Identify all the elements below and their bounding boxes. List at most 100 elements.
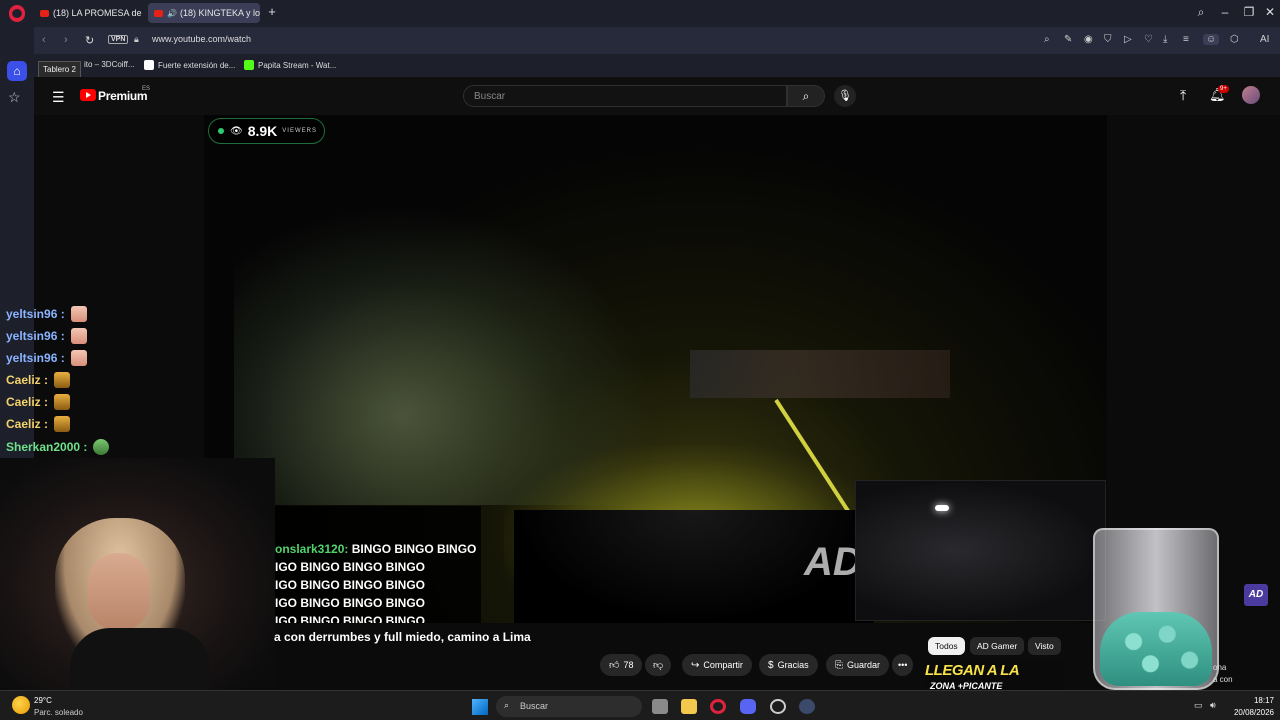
opera-menu-icon[interactable] xyxy=(9,6,25,22)
chip-ad-gamer[interactable]: AD Gamer xyxy=(970,637,1025,655)
avatar[interactable] xyxy=(1242,86,1260,104)
clock-time[interactable]: 18:17 xyxy=(1236,696,1274,705)
share-icon: ↪ xyxy=(691,659,700,671)
chat-message: onslark3120: BINGO BINGO BINGO xyxy=(275,542,476,556)
heart-icon[interactable]: ♡ xyxy=(1144,34,1153,45)
live-dot-icon xyxy=(218,128,224,134)
chat-text: IGO BINGO BINGO BINGO xyxy=(275,614,426,623)
tab-2-label: (18) KINGTEKA y los Puntos xyxy=(179,8,260,18)
close-button[interactable]: ✕ xyxy=(1262,5,1278,19)
channel-badge[interactable]: AD xyxy=(1244,584,1268,606)
cube-icon[interactable]: ⬡ xyxy=(1230,34,1239,45)
thanks-button[interactable]: $ Gracias xyxy=(759,654,818,676)
bookmark-fuerte[interactable]: Fuerte extensión de... xyxy=(144,60,235,70)
side-text-line: a con xyxy=(1213,675,1233,684)
settings-gear-icon[interactable] xyxy=(799,699,815,714)
chat-text: IGO BINGO BINGO BINGO xyxy=(275,596,426,610)
restore-button[interactable]: ❐ xyxy=(1241,5,1257,19)
taskbar-search[interactable]: Buscar xyxy=(496,696,642,717)
face-emote-icon xyxy=(70,306,87,322)
browser-tab-2-active[interactable]: 🔊 (18) KINGTEKA y los Puntos xyxy=(148,3,260,23)
chat-username: yeltsin96 : xyxy=(6,351,65,365)
eye-icon: 👁︎ xyxy=(230,125,243,137)
tiger-emote-icon xyxy=(54,394,71,410)
reload-icon[interactable]: ↻ xyxy=(85,34,94,47)
car-interior-cam xyxy=(855,480,1106,621)
task-view-icon[interactable] xyxy=(652,699,668,714)
chip-visto[interactable]: Visto xyxy=(1028,637,1061,655)
url-field[interactable]: www.youtube.com/watch xyxy=(152,34,251,44)
viewer-label: VIEWERS xyxy=(282,128,317,134)
play-icon[interactable]: ▷ xyxy=(1124,34,1132,45)
bookmark-label: Papita Stream - Wat... xyxy=(258,60,337,70)
hamburger-menu-icon[interactable]: ☰ xyxy=(52,89,65,106)
bookmark-label: ito – 3DCoiff... xyxy=(84,60,135,69)
like-button[interactable]: 👍︎ 78 xyxy=(600,654,643,676)
thumbnail-title: LLEGAN A LA xyxy=(925,662,1020,679)
minimize-button[interactable]: – xyxy=(1217,5,1233,19)
tab-search-icon[interactable]: ⌕ xyxy=(1193,5,1209,20)
chat-message: Caeliz : xyxy=(6,394,71,410)
discord-icon[interactable] xyxy=(740,699,756,714)
shield-icon[interactable]: ⛉ xyxy=(1104,34,1112,45)
face-emote-icon xyxy=(70,328,87,344)
chrome-icon[interactable] xyxy=(770,699,786,714)
dislike-button[interactable]: 👎︎ xyxy=(645,654,672,676)
search-button[interactable]: ⌕ xyxy=(787,85,825,107)
youtube-header: ☰ Premium ES Buscar ⌕ 🎙︎ ⤒ 🔔︎ 9+ xyxy=(34,77,1280,115)
chat-message: yeltsin96 : xyxy=(6,350,87,366)
edit-icon[interactable]: ✎ xyxy=(1064,34,1072,45)
thumbs-down-icon: 👎︎ xyxy=(653,660,664,671)
find-icon[interactable]: ⌕ xyxy=(1044,34,1050,45)
chat-username: Caeliz : xyxy=(6,417,49,431)
chip-todos[interactable]: Todos xyxy=(928,637,965,655)
vpn-badge[interactable]: VPN xyxy=(108,35,129,44)
menu-lines-icon[interactable]: ≡ xyxy=(1183,34,1189,45)
audio-playing-icon[interactable]: 🔊 xyxy=(167,9,177,18)
volume-icon[interactable]: 🔊︎ xyxy=(1210,700,1216,711)
star-icon[interactable]: ☆ xyxy=(8,89,21,106)
windows-taskbar: 29°C Parc. soleado Buscar ⌕ ▭ 🔊︎ 18:17 2… xyxy=(0,690,1280,720)
save-label: Guardar xyxy=(847,660,881,670)
clock-date[interactable]: 20/08/2026 xyxy=(1224,708,1274,717)
search-icon: ⌕ xyxy=(504,700,510,710)
weather-icon[interactable] xyxy=(12,696,30,714)
side-video-text: ona a con xyxy=(1213,662,1233,686)
profile-icon[interactable]: ☺ xyxy=(1203,34,1220,45)
share-button[interactable]: ↪ Compartir xyxy=(682,654,752,676)
camera-icon[interactable]: ◉ xyxy=(1084,34,1093,45)
voice-search-button[interactable]: 🎙︎ xyxy=(834,85,856,107)
bookmark-3dcoiff[interactable]: ito – 3DCoiff... xyxy=(84,60,135,69)
back-icon[interactable]: ‹ xyxy=(42,34,46,46)
network-icon[interactable]: ▭ xyxy=(1194,700,1203,711)
bookmark-favicon-icon xyxy=(144,60,154,70)
more-icon: ••• xyxy=(898,660,908,670)
opera-taskbar-icon[interactable] xyxy=(710,699,726,714)
home-icon[interactable]: ⌂ xyxy=(7,61,27,81)
tiger-emote-icon xyxy=(54,416,71,432)
car-interior-light xyxy=(935,505,949,511)
windows-start-icon[interactable] xyxy=(472,699,488,715)
file-explorer-icon[interactable] xyxy=(681,699,697,714)
weather-description: Parc. soleado xyxy=(34,708,83,717)
side-text-line: ona xyxy=(1213,663,1227,672)
forward-icon[interactable]: › xyxy=(64,34,68,46)
save-button[interactable]: ⎘ Guardar xyxy=(826,654,890,676)
viewer-count: 8.9K xyxy=(247,123,278,139)
bookmark-papita[interactable]: Papita Stream - Wat... xyxy=(244,60,336,70)
bookmark-label: Fuerte extensión de... xyxy=(158,60,236,70)
tab-1-label: (18) LA PROMESA de Kingteka xyxy=(53,8,144,18)
youtube-brand[interactable]: Premium xyxy=(98,89,148,103)
browser-tab-bar: (18) LA PROMESA de Kingteka 🔊 (18) KINGT… xyxy=(0,0,1280,27)
kick-favicon-icon xyxy=(244,60,254,70)
download-icon[interactable]: ⤓ xyxy=(1163,34,1167,45)
search-input[interactable]: Buscar xyxy=(463,85,787,107)
upload-icon[interactable]: ⤒ xyxy=(1180,87,1186,104)
new-tab-button[interactable]: + xyxy=(265,5,279,19)
youtube-play-icon xyxy=(86,92,91,98)
lock-icon[interactable]: 🔒︎ xyxy=(134,34,139,45)
face-emote-icon xyxy=(70,350,87,366)
ai-button[interactable]: AI xyxy=(1260,34,1269,45)
browser-tab-1[interactable]: (18) LA PROMESA de Kingteka xyxy=(34,3,144,23)
microphone-icon: 🎙︎ xyxy=(838,90,852,102)
